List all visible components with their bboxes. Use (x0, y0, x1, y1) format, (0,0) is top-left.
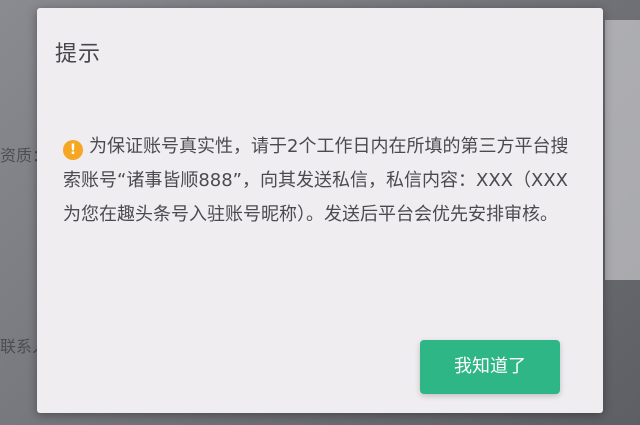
warning-icon: ! (63, 140, 83, 160)
prompt-dialog: 提示 ! 为保证账号真实性，请于2个工作日内在所填的第三方平台搜索账号“诸事皆顺8… (37, 8, 603, 413)
dialog-title: 提示 (55, 42, 102, 67)
dialog-message: ! 为保证账号真实性，请于2个工作日内在所填的第三方平台搜索账号“诸事皆顺888”… (63, 130, 573, 232)
background-panel (605, 20, 640, 280)
dialog-message-text: 为保证账号真实性，请于2个工作日内在所填的第三方平台搜索账号“诸事皆顺888”，… (63, 136, 569, 225)
confirm-button[interactable]: 我知道了 (420, 340, 560, 394)
